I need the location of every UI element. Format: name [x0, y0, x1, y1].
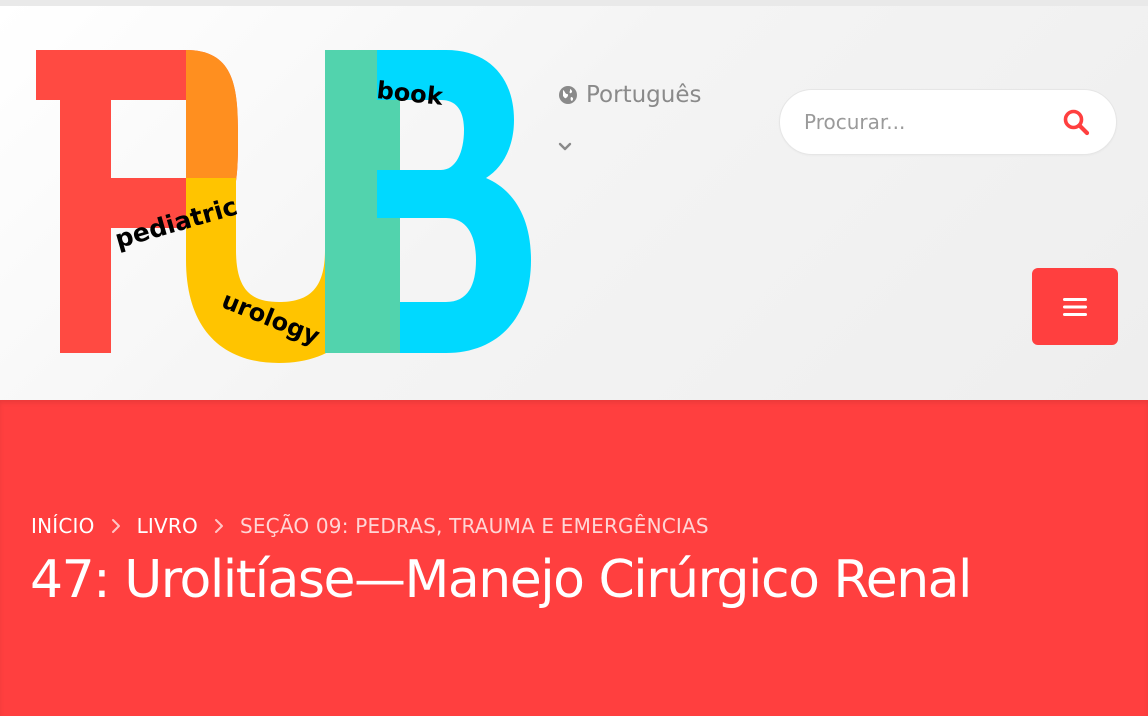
breadcrumb-book[interactable]: LIVRO	[137, 514, 198, 538]
language-label: Português	[586, 82, 702, 108]
page-hero: INÍCIO LIVRO SEÇÃO 09: PEDRAS, TRAUMA E …	[0, 400, 1148, 716]
globe-icon	[558, 85, 578, 105]
page-title: 47: Urolitíase—Manejo Cirúrgico Renal	[30, 550, 972, 610]
language-selector[interactable]: Português	[558, 82, 701, 108]
breadcrumb: INÍCIO LIVRO SEÇÃO 09: PEDRAS, TRAUMA E …	[31, 514, 709, 538]
hamburger-menu-icon	[1063, 297, 1087, 316]
breadcrumb-current-section: SEÇÃO 09: PEDRAS, TRAUMA E EMERGÊNCIAS	[239, 514, 709, 538]
search-input[interactable]	[804, 110, 1060, 134]
search-box	[779, 89, 1117, 155]
site-logo[interactable]: book pediatric urology	[36, 50, 536, 368]
search-icon	[1063, 109, 1090, 136]
chevron-right-icon	[198, 518, 240, 534]
chevron-right-icon	[95, 518, 137, 534]
chevron-down-icon[interactable]	[558, 138, 572, 160]
breadcrumb-home[interactable]: INÍCIO	[31, 514, 95, 538]
site-header: book pediatric urology Português	[0, 6, 1148, 400]
menu-button[interactable]	[1032, 268, 1118, 345]
search-button[interactable]	[1060, 106, 1092, 138]
